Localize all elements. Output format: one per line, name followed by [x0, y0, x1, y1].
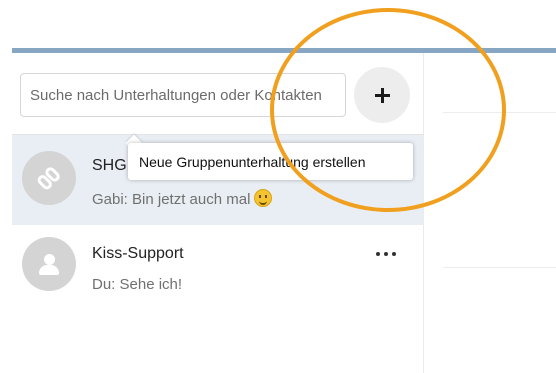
new-group-conversation-button[interactable]	[354, 67, 410, 123]
more-options-icon[interactable]	[376, 249, 396, 259]
link-icon	[31, 160, 68, 197]
conversation-item-kiss-support[interactable]: Kiss-Support Du: Sehe ich!	[12, 225, 423, 309]
conversation-last-message: Gabi: Bin jetzt auch mal	[92, 189, 273, 208]
search-input[interactable]	[20, 73, 346, 117]
conversation-name: Kiss-Support	[92, 245, 184, 262]
avatar	[22, 237, 76, 291]
main-divider	[443, 267, 556, 268]
conversation-name: SHG	[92, 157, 127, 174]
conversation-last-message: Du: Sehe ich!	[92, 276, 183, 293]
avatar	[22, 151, 76, 205]
group-icon	[36, 251, 62, 277]
main-divider	[443, 112, 556, 113]
plus-icon	[374, 87, 390, 103]
smiling-face-emoji-icon	[254, 189, 273, 207]
new-group-tooltip: Neue Gruppenunterhaltung erstellen	[128, 143, 413, 180]
message-text: Gabi: Bin jetzt auch mal	[92, 191, 251, 208]
